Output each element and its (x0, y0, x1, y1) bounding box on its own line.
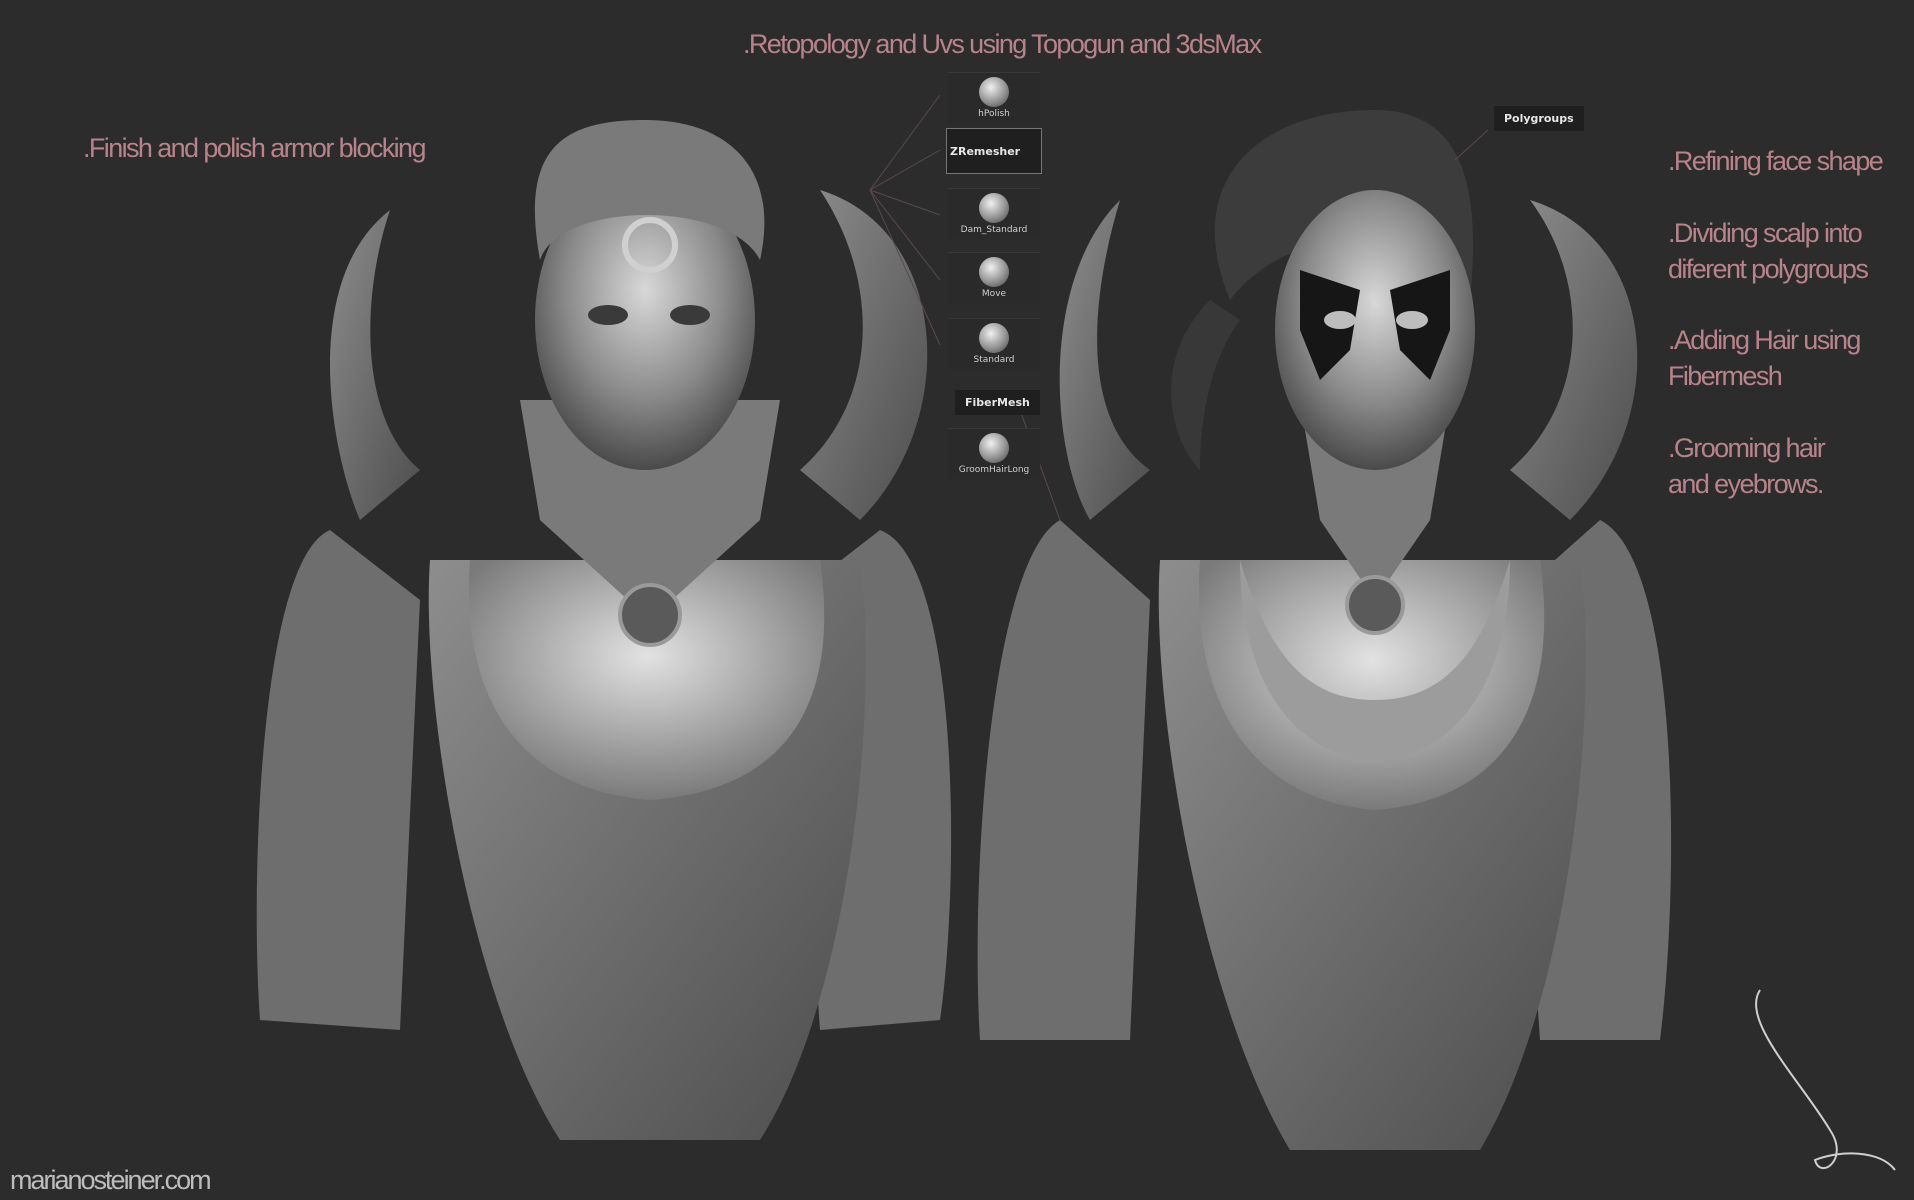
right-bust-wing-left (1059, 200, 1150, 520)
annotation-right-3: .Adding Hair using Fibermesh (1668, 325, 1861, 391)
annotation-left: .Finish and polish armor blocking (83, 133, 427, 163)
right-bust-eye-left (1324, 311, 1356, 329)
left-bust-sculpt (256, 120, 952, 1140)
annotation-right-1: .Refining face shape (1668, 146, 1884, 176)
right-bust-shoulder-left (977, 520, 1150, 1040)
standard-brush-icon (979, 323, 1009, 353)
right-bust-amulet (1345, 575, 1405, 635)
right-bust-hair-side (1171, 300, 1240, 470)
brush-standard[interactable]: Standard (948, 318, 1040, 369)
left-bust-eye-left (588, 305, 628, 325)
annotation-right-2: .Dividing scalp into diferent polygroups (1668, 218, 1869, 284)
brush-move[interactable]: Move (948, 252, 1040, 303)
fibermesh-tag[interactable]: FiberMesh (955, 390, 1040, 415)
zremesher-tag[interactable]: ZRemesher (946, 128, 1042, 174)
left-bust-shoulder-left (256, 530, 420, 1030)
sculpt-progress-sheet: .Retopology and Uvs using Topogun and 3d… (0, 0, 1914, 1200)
right-bust-eye-right (1396, 311, 1428, 329)
left-bust-wing-left (330, 210, 420, 520)
brush-dam-standard[interactable]: Dam_Standard (948, 188, 1040, 239)
artist-signature (1755, 989, 1896, 1171)
right-bust-wing-right (1510, 200, 1638, 520)
move-brush-icon (979, 257, 1009, 287)
annotation-title: .Retopology and Uvs using Topogun and 3d… (743, 29, 1262, 59)
left-bust-amulet (618, 583, 682, 647)
watermark: marianosteiner.com (10, 1165, 212, 1195)
sculpt-renders (256, 94, 1896, 1171)
right-bust-sculpt (977, 110, 1672, 1150)
brush-groomhairlong[interactable]: GroomHairLong (948, 428, 1040, 479)
annotation-right-4: .Grooming hair and eyebrows. (1668, 433, 1826, 499)
hpolish-brush-icon (979, 77, 1009, 107)
groomhairlong-brush-icon (979, 433, 1009, 463)
dam-standard-brush-icon (979, 193, 1009, 223)
left-bust-eye-right (670, 305, 710, 325)
polygroups-tag[interactable]: Polygroups (1494, 106, 1584, 131)
brush-hpolish[interactable]: hPolish (948, 72, 1040, 123)
